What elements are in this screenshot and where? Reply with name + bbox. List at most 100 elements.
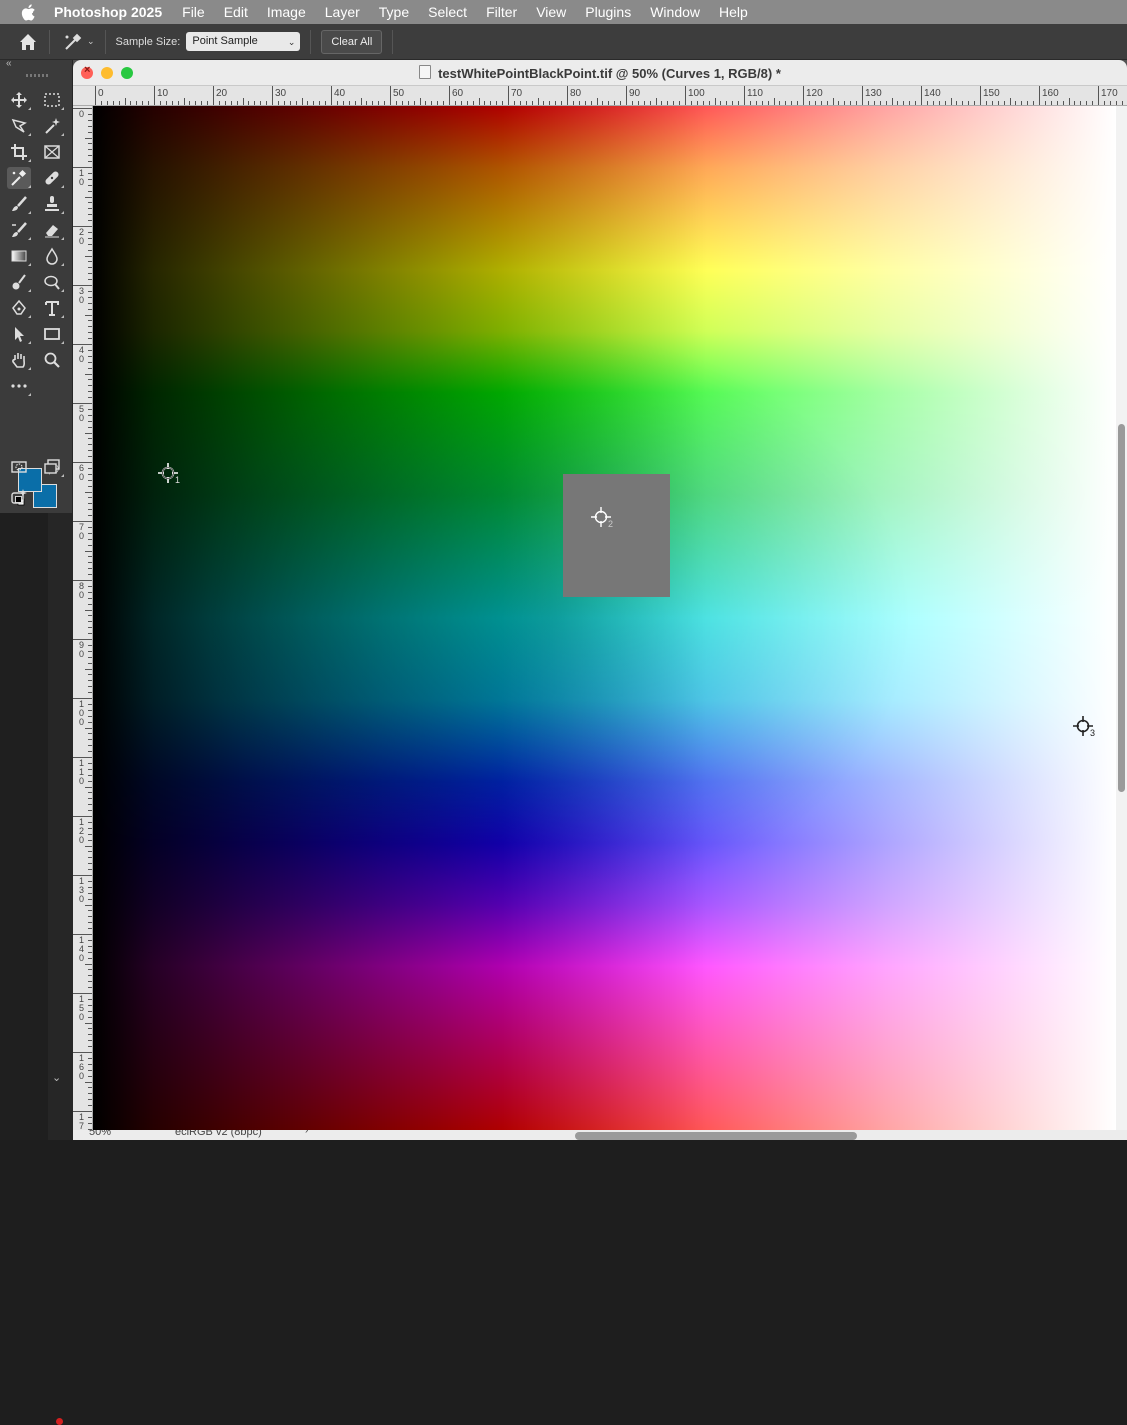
rectangle-icon[interactable] (40, 323, 64, 345)
ruler-minor-tick (136, 101, 138, 105)
ruler-minor-tick (112, 101, 114, 105)
ruler-minor-tick (88, 1040, 92, 1042)
ruler-label: 90 (78, 640, 84, 659)
gradient-icon[interactable] (7, 245, 31, 267)
ruler-minor-tick (88, 1075, 92, 1077)
marquee-icon[interactable] (40, 89, 64, 111)
ruler-minor-tick (826, 101, 828, 105)
status-bar: 50% eciRGB v2 (8bpc) › (73, 1130, 1127, 1140)
menu-window[interactable]: Window (650, 4, 700, 20)
ruler-minor-tick (88, 762, 92, 764)
ruler-minor-tick (88, 591, 92, 593)
menu-filter[interactable]: Filter (486, 4, 517, 20)
status-menu-arrow-icon[interactable]: › (305, 1130, 308, 1136)
menu-edit[interactable]: Edit (224, 4, 248, 20)
ruler-minor-tick (88, 863, 92, 865)
gray-patch (563, 474, 670, 597)
ruler-minor-tick (808, 101, 810, 105)
ruler-origin[interactable] (73, 86, 93, 105)
hand-icon[interactable] (7, 349, 31, 371)
ruler-minor-tick (944, 101, 946, 105)
ruler-tick (921, 86, 922, 105)
menu-image[interactable]: Image (267, 4, 306, 20)
ruler-minor-tick (88, 562, 92, 564)
ruler-minor-tick (88, 644, 92, 646)
ruler-minor-tick (88, 715, 92, 717)
horizontal-ruler[interactable]: 0 10 20 30 40 50 60 70 80 90 100 110 120 130 140 150 160… (73, 86, 1127, 106)
ruler-minor-tick (88, 1099, 92, 1101)
ruler-minor-tick (85, 845, 92, 847)
color-sampler-marker[interactable]: 1 (157, 462, 180, 485)
menu-help[interactable]: Help (719, 4, 748, 20)
panel-grip[interactable] (26, 74, 48, 77)
ruler-minor-tick (749, 101, 751, 105)
history-brush-icon[interactable] (7, 219, 31, 241)
dodge-icon[interactable] (40, 271, 64, 293)
ruler-tick (449, 86, 450, 105)
chevron-down-icon[interactable]: ⌄ (52, 1071, 61, 1084)
ruler-minor-tick (88, 302, 92, 304)
image-canvas[interactable]: 1 2 3 (93, 106, 1116, 1130)
home-icon[interactable] (17, 31, 39, 53)
eraser-icon[interactable] (40, 219, 64, 241)
menu-type[interactable]: Type (379, 4, 409, 20)
ruler-minor-tick (425, 101, 427, 105)
ruler-minor-tick (88, 467, 92, 469)
ruler-minor-tick (915, 101, 917, 105)
pen-icon[interactable] (7, 297, 31, 319)
horizontal-scrollbar-thumb[interactable] (575, 1132, 857, 1140)
ruler-minor-tick (537, 98, 539, 105)
color-sampler-icon[interactable] (7, 167, 31, 189)
ruler-minor-tick (325, 101, 327, 105)
crop-icon[interactable] (7, 141, 31, 163)
ruler-label: 70 (511, 88, 523, 99)
tool-preset-picker[interactable]: ⌄ (62, 32, 95, 52)
blur-icon[interactable] (40, 245, 64, 267)
vertical-scrollbar[interactable] (1116, 106, 1127, 1130)
ruler-minor-tick (1109, 101, 1111, 105)
frame-icon[interactable] (40, 141, 64, 163)
ruler-minor-tick (88, 161, 92, 163)
path-selection-icon[interactable] (7, 323, 31, 345)
menu-layer[interactable]: Layer (325, 4, 360, 20)
ruler-minor-tick (88, 143, 92, 145)
sample-size-select[interactable]: Point Sample ⌄ (186, 32, 301, 51)
menu-select[interactable]: Select (428, 4, 467, 20)
lasso-icon[interactable] (7, 115, 31, 137)
collapse-panel-icon[interactable]: « (6, 58, 12, 69)
generative-fill-icon[interactable] (7, 486, 31, 508)
vertical-ruler[interactable]: 0 10 20 30 40 50 60 70 80 90 100 110 120 130 140 150 160… (73, 106, 93, 1140)
scrollbar-thumb[interactable] (1118, 424, 1125, 792)
zoom-level-field[interactable]: 50% (89, 1130, 111, 1138)
document-profile: eciRGB v2 (8bpc) (175, 1130, 262, 1138)
screen-mode-icon[interactable] (40, 456, 64, 478)
ruler-minor-tick (88, 975, 92, 977)
magic-wand-icon[interactable] (40, 115, 64, 137)
brush-icon[interactable] (7, 193, 31, 215)
more-tools-icon[interactable] (7, 375, 31, 397)
app-name-menu[interactable]: Photoshop 2025 (54, 4, 162, 20)
color-sampler-marker[interactable]: 2 (590, 506, 613, 529)
zoom-icon[interactable] (40, 349, 64, 371)
ruler-label: 120 (78, 817, 84, 845)
type-icon[interactable] (40, 297, 64, 319)
apple-icon[interactable] (20, 3, 36, 21)
smudge-icon[interactable] (7, 271, 31, 293)
clear-all-button[interactable]: Clear All (321, 29, 383, 54)
ruler-minor-tick (88, 320, 92, 322)
move-icon[interactable] (7, 89, 31, 111)
color-sampler-marker[interactable]: 3 (1072, 715, 1095, 738)
ruler-minor-tick (578, 101, 580, 105)
ruler-minor-tick (401, 101, 403, 105)
document-title-bar[interactable]: testWhitePointBlackPoint.tif @ 50% (Curv… (73, 60, 1127, 86)
ruler-minor-tick (88, 361, 92, 363)
clone-stamp-icon[interactable] (40, 193, 64, 215)
menu-view[interactable]: View (536, 4, 566, 20)
ruler-tick (390, 86, 391, 105)
quick-mask-icon[interactable] (7, 456, 31, 478)
menu-file[interactable]: File (182, 4, 205, 20)
ruler-label: 80 (78, 581, 84, 600)
healing-brush-icon[interactable] (40, 167, 64, 189)
ruler-minor-tick (696, 101, 698, 105)
menu-plugins[interactable]: Plugins (585, 4, 631, 20)
